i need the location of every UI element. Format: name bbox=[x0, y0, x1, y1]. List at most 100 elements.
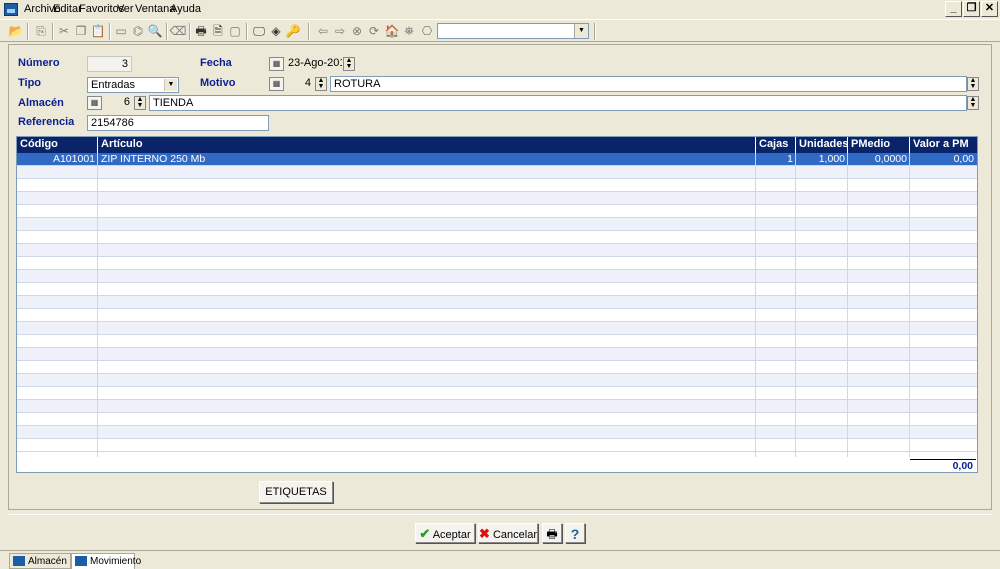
table-row-empty[interactable] bbox=[17, 335, 977, 348]
close-icon: ✖ bbox=[479, 526, 490, 541]
motivo-spinner[interactable]: ▲ ▼ bbox=[315, 77, 327, 91]
checkmark-icon: ✔ bbox=[419, 526, 431, 541]
table-row-empty[interactable] bbox=[17, 205, 977, 218]
eraser-icon[interactable]: ⌫ bbox=[169, 23, 187, 39]
motivo-name-spinner[interactable]: ▲ ▼ bbox=[967, 77, 979, 91]
paste-icon[interactable]: 📋 bbox=[89, 23, 107, 39]
stop-icon[interactable]: ⊗ bbox=[348, 23, 366, 39]
col-header-valor[interactable]: Valor a PM bbox=[910, 137, 977, 153]
table-row-empty[interactable] bbox=[17, 413, 977, 426]
toolbar-separator bbox=[189, 23, 191, 40]
app-icon bbox=[4, 3, 18, 16]
home-icon[interactable]: 🏠 bbox=[383, 23, 401, 39]
fecha-field[interactable]: 23-Ago-2012 bbox=[285, 56, 342, 72]
table-row-empty[interactable] bbox=[17, 166, 977, 179]
task-movimiento[interactable]: Movimiento bbox=[71, 553, 141, 569]
forward-icon[interactable]: ⇨ bbox=[331, 23, 349, 39]
page-setup-icon[interactable]: ▢ bbox=[226, 23, 244, 39]
task-movimiento-label: Movimiento bbox=[90, 556, 142, 567]
table-row-empty[interactable] bbox=[17, 179, 977, 192]
table-row-empty[interactable] bbox=[17, 257, 977, 270]
restore-button[interactable]: ❐ bbox=[963, 1, 980, 17]
tipo-select[interactable]: Entradas ▼ bbox=[87, 77, 179, 93]
table-row-empty[interactable] bbox=[17, 244, 977, 257]
table-row-empty[interactable] bbox=[17, 361, 977, 374]
fecha-spinner[interactable]: ▲ ▼ bbox=[343, 57, 355, 71]
lines-grid[interactable]: Código Artículo Cajas Unidades PMedio Va… bbox=[16, 136, 978, 473]
almacen-name-field[interactable]: TIENDA bbox=[149, 95, 967, 111]
cell-articulo: ZIP INTERNO 250 Mb bbox=[101, 153, 206, 165]
minimize-button[interactable]: _ bbox=[945, 1, 962, 17]
table-row-empty[interactable] bbox=[17, 296, 977, 309]
toolbar-separator bbox=[52, 23, 54, 40]
tag-icon[interactable]: ◈ bbox=[267, 23, 285, 39]
cell-unidades: 1,000 bbox=[818, 153, 845, 165]
cancelar-button[interactable]: ✖ Cancelar bbox=[478, 523, 538, 543]
table-row-empty[interactable] bbox=[17, 439, 977, 452]
col-header-codigo[interactable]: Código bbox=[17, 137, 98, 153]
printer-icon[interactable]: 🖶 bbox=[192, 23, 210, 39]
motivo-code-field[interactable]: 4 bbox=[285, 76, 314, 92]
table-row-empty[interactable] bbox=[17, 309, 977, 322]
key-icon[interactable]: 🔑 bbox=[284, 23, 302, 39]
menu-ayuda[interactable]: Ayuda bbox=[167, 3, 204, 15]
cut-icon[interactable]: ✂ bbox=[55, 23, 73, 39]
numero-field[interactable]: 3 bbox=[87, 56, 132, 72]
binoculars-icon[interactable]: ⌬ bbox=[129, 23, 147, 39]
table-row-empty[interactable] bbox=[17, 348, 977, 361]
motivo-name-field[interactable]: ROTURA bbox=[330, 76, 967, 92]
window-icon[interactable]: ▭ bbox=[112, 23, 130, 39]
chevron-down-icon[interactable]: ▼ bbox=[164, 79, 177, 91]
etiquetas-button[interactable]: ETIQUETAS bbox=[259, 481, 333, 503]
task-almacen[interactable]: Almacén (M... bbox=[9, 553, 71, 569]
print-button[interactable]: 🖶 bbox=[542, 523, 562, 543]
table-row-empty[interactable] bbox=[17, 426, 977, 439]
close-button[interactable]: ✕ bbox=[981, 1, 998, 17]
aceptar-button[interactable]: ✔ Aceptar bbox=[415, 523, 475, 543]
toolbar-separator bbox=[27, 23, 29, 40]
aceptar-label: Aceptar bbox=[432, 529, 471, 541]
chevron-down-icon[interactable]: ▼ bbox=[574, 24, 588, 38]
help-button[interactable]: ? bbox=[565, 523, 585, 543]
toolbar-separator bbox=[166, 23, 168, 40]
refresh-icon[interactable]: ⟳ bbox=[365, 23, 383, 39]
tipo-value: Entradas bbox=[91, 79, 136, 91]
almacen-spinner[interactable]: ▲ ▼ bbox=[134, 96, 146, 110]
table-row-empty[interactable] bbox=[17, 283, 977, 296]
table-row-empty[interactable] bbox=[17, 231, 977, 244]
table-row-empty[interactable] bbox=[17, 192, 977, 205]
question-mark-icon: ? bbox=[570, 526, 580, 542]
col-header-cajas[interactable]: Cajas bbox=[756, 137, 796, 153]
back-icon[interactable]: ⇦ bbox=[314, 23, 332, 39]
copy-icon[interactable]: ❐ bbox=[72, 23, 90, 39]
favorites-icon[interactable]: ⛯ bbox=[400, 23, 418, 39]
col-header-articulo[interactable]: Artículo bbox=[98, 137, 756, 153]
window-taskbar: Almacén (M... Movimiento bbox=[0, 550, 1000, 569]
referencia-field[interactable]: 2154786 bbox=[87, 115, 269, 131]
table-row-empty[interactable] bbox=[17, 322, 977, 335]
history-icon[interactable]: ⎔ bbox=[418, 23, 436, 39]
lookup-icon[interactable]: ▦ bbox=[269, 77, 284, 91]
toolbar: 📂 ⎘ ✂ ❐ 📋 ▭ ⌬ 🔍 ⌫ 🖶 🗎 ▢ 🖵 ◈ 🔑 ⇦ ⇨ ⊗ ⟳ 🏠 … bbox=[0, 19, 1000, 42]
export-icon[interactable]: ⎘ bbox=[32, 23, 50, 39]
address-combo[interactable]: ▼ bbox=[437, 23, 589, 39]
almacen-label: Almacén bbox=[18, 97, 64, 109]
open-folder-icon[interactable]: 📂 bbox=[7, 23, 25, 39]
col-divider bbox=[795, 153, 796, 457]
col-header-pmedio[interactable]: PMedio bbox=[848, 137, 910, 153]
table-row[interactable]: A101001 ZIP INTERNO 250 Mb 1 1,000 0,000… bbox=[17, 153, 977, 166]
table-row-empty[interactable] bbox=[17, 270, 977, 283]
screen-icon[interactable]: 🖵 bbox=[250, 23, 268, 39]
table-row-empty[interactable] bbox=[17, 400, 977, 413]
search-icon[interactable]: 🔍 bbox=[146, 23, 164, 39]
almacen-name-spinner[interactable]: ▲ ▼ bbox=[967, 96, 979, 110]
table-row-empty[interactable] bbox=[17, 218, 977, 231]
almacen-code-field[interactable]: 6 bbox=[103, 95, 133, 111]
lookup-icon[interactable]: ▦ bbox=[87, 96, 102, 110]
task-almacen-label: Almacén (M... bbox=[28, 556, 70, 567]
col-header-unidades[interactable]: Unidades bbox=[796, 137, 849, 153]
print-preview-icon[interactable]: 🗎 bbox=[209, 23, 227, 39]
calendar-icon[interactable]: ▦ bbox=[269, 57, 284, 71]
table-row-empty[interactable] bbox=[17, 387, 977, 400]
table-row-empty[interactable] bbox=[17, 374, 977, 387]
